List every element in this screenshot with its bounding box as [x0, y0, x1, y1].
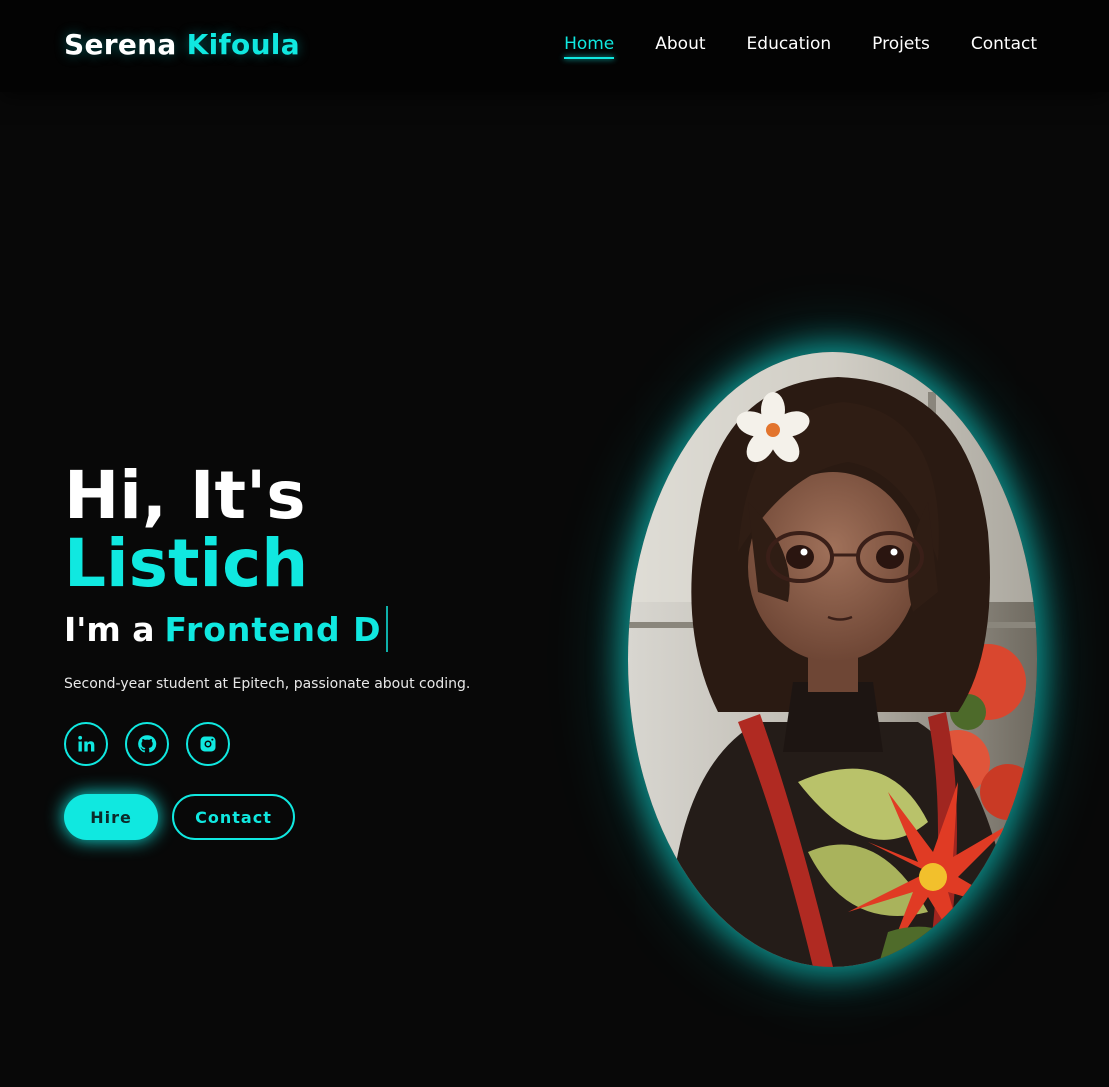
- site-header: Serena Kifoula Home About Education Proj…: [0, 0, 1109, 92]
- role-typed-text: Frontend D: [164, 609, 382, 649]
- contact-button[interactable]: Contact: [172, 794, 295, 840]
- anime-girl-illustration: [628, 352, 1037, 967]
- linkedin-icon: [78, 735, 95, 752]
- hero-greeting: Hi, It's: [64, 457, 306, 534]
- linkedin-link[interactable]: [64, 722, 108, 766]
- main-nav: Home About Education Projets Contact: [564, 34, 1037, 59]
- profile-portrait: [628, 352, 1037, 967]
- nav-about[interactable]: About: [655, 34, 705, 54]
- typing-caret: [385, 606, 388, 652]
- hero-description: Second-year student at Epitech, passiona…: [64, 676, 471, 692]
- brand-logo[interactable]: Serena Kifoula: [64, 28, 300, 61]
- hire-button[interactable]: Hire: [64, 794, 158, 840]
- hero-role: I'm a Frontend D: [64, 606, 544, 652]
- role-prefix: I'm a: [64, 609, 155, 649]
- social-links: [64, 722, 544, 766]
- github-icon: [138, 735, 157, 753]
- github-link[interactable]: [125, 722, 169, 766]
- brand-first-name: Serena: [64, 28, 177, 61]
- hero-actions: Hire Contact: [64, 794, 544, 840]
- hero-intro: Hi, It's Listich I'm a Frontend D Second…: [64, 462, 544, 840]
- brand-last-name: Kifoula: [186, 28, 300, 61]
- nav-projets[interactable]: Projets: [872, 34, 930, 54]
- instagram-link[interactable]: [186, 722, 230, 766]
- hero-name: Listich: [64, 525, 309, 602]
- nav-home[interactable]: Home: [564, 34, 615, 59]
- instagram-icon: [200, 736, 216, 752]
- nav-education[interactable]: Education: [747, 34, 832, 54]
- nav-contact[interactable]: Contact: [971, 34, 1037, 54]
